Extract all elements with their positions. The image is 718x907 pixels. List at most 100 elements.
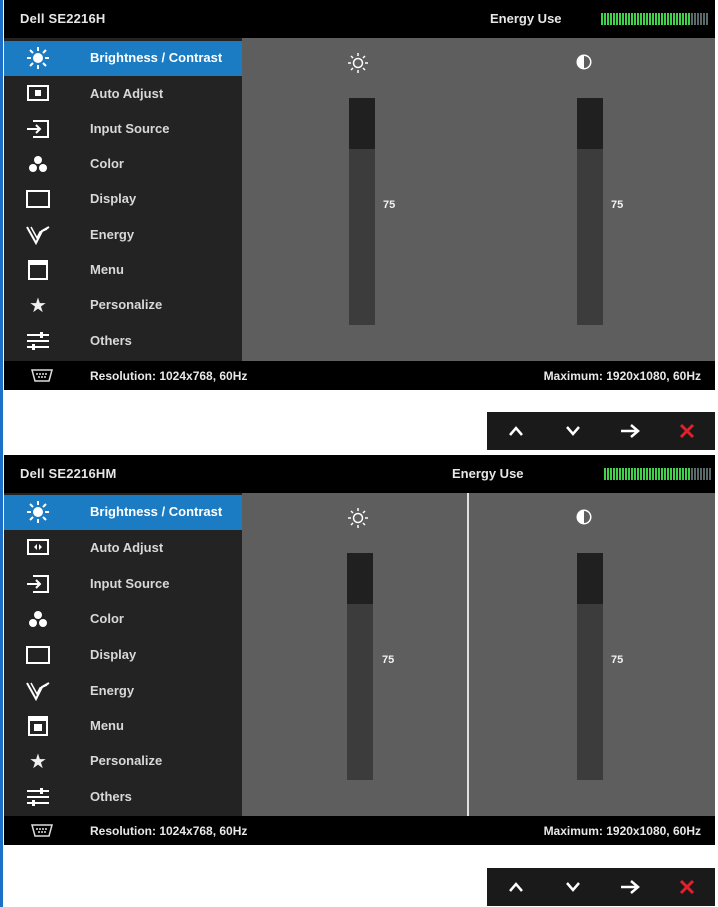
osd-button-bar — [487, 868, 715, 906]
energy-segment — [652, 468, 654, 480]
brightness-value: 75 — [383, 199, 396, 211]
menu-item-label: Personalize — [90, 297, 163, 312]
energy-segment — [646, 468, 648, 480]
energy-segment — [685, 468, 687, 480]
menu-item-menu[interactable]: Menu — [4, 253, 242, 288]
energy-segment — [709, 468, 711, 480]
brightness-slider[interactable] — [347, 553, 373, 780]
brightness-value: 75 — [382, 654, 395, 666]
energy-segment — [640, 13, 642, 25]
energy-segment — [616, 468, 618, 480]
energy-segment — [664, 468, 666, 480]
close-icon — [679, 423, 694, 439]
energy-segment — [700, 13, 702, 25]
menu-item-energy[interactable]: Energy — [4, 218, 242, 253]
energy-segment — [655, 13, 657, 25]
energy-use-meter — [601, 13, 709, 25]
resolution-text: Resolution: 1024x768, 60Hz — [90, 369, 248, 383]
contrast-icon — [575, 508, 593, 526]
menu-item-others[interactable]: Others — [4, 324, 242, 359]
energy-segment — [676, 468, 678, 480]
menu-item-display[interactable]: Display — [4, 638, 242, 673]
energy-segment — [682, 13, 684, 25]
energy-segment — [622, 13, 624, 25]
enter-button[interactable] — [601, 868, 658, 906]
energy-segment — [613, 13, 615, 25]
down-button[interactable] — [544, 412, 601, 450]
menu-item-brightness-contrast[interactable]: Brightness / Contrast — [4, 41, 242, 76]
menu-item-brightness-contrast[interactable]: Brightness / Contrast — [4, 495, 242, 530]
energy-segment — [628, 13, 630, 25]
star-icon: ★ — [29, 750, 47, 773]
panel-divider — [467, 493, 469, 816]
menu-item-others[interactable]: Others — [4, 780, 242, 815]
exit-button[interactable] — [658, 868, 715, 906]
close-icon — [679, 879, 694, 895]
brightness-contrast-panel: 75 75 — [242, 38, 715, 361]
menu-icon — [26, 259, 50, 281]
energy-segment — [634, 468, 636, 480]
contrast-slider[interactable] — [577, 553, 603, 780]
connector-icon — [30, 369, 54, 382]
menu-item-menu[interactable]: Menu — [4, 709, 242, 744]
contrast-slider[interactable] — [577, 98, 603, 325]
down-button[interactable] — [544, 868, 601, 906]
monitor-model: Dell SE2216H — [20, 11, 106, 26]
menu-item-label: Color — [90, 156, 124, 171]
osd-menu-top: Dell SE2216H Energy Use Brightness / Con… — [4, 0, 715, 390]
menu-item-label: Color — [90, 611, 124, 626]
enter-button[interactable] — [601, 412, 658, 450]
input-source-icon — [26, 118, 50, 140]
menu-item-label: Energy — [90, 227, 135, 242]
menu-item-label: Brightness / Contrast — [90, 50, 223, 65]
menu-item-label: Others — [90, 333, 132, 348]
connector-icon — [30, 824, 54, 837]
page-edge-rule — [0, 0, 3, 907]
osd-sidebar: Brightness / Contrast Auto Adjust Input … — [4, 493, 242, 816]
menu-item-energy[interactable]: Energy — [4, 674, 242, 709]
energy-segment — [652, 13, 654, 25]
energy-segment — [640, 468, 642, 480]
maximum-resolution-text: Maximum: 1920x1080, 60Hz — [543, 824, 701, 838]
menu-item-color[interactable]: Color — [4, 147, 242, 182]
energy-segment — [667, 468, 669, 480]
menu-item-label: Input Source — [90, 121, 170, 136]
menu-item-color[interactable]: Color — [4, 602, 242, 637]
menu-icon — [26, 715, 50, 737]
down-arrow-icon — [565, 426, 580, 436]
energy-segment — [646, 13, 648, 25]
right-arrow-icon — [620, 880, 640, 894]
energy-segment — [673, 468, 675, 480]
menu-item-auto-adjust[interactable]: Auto Adjust — [4, 77, 242, 112]
energy-segment — [658, 13, 660, 25]
sun-icon — [347, 507, 369, 529]
menu-item-display[interactable]: Display — [4, 182, 242, 217]
osd-status-bar: Resolution: 1024x768, 60Hz Maximum: 1920… — [4, 361, 715, 390]
menu-item-label: Personalize — [90, 753, 163, 768]
up-arrow-icon — [508, 882, 523, 892]
energy-use-meter — [604, 468, 712, 480]
energy-segment — [697, 13, 699, 25]
energy-segment — [694, 13, 696, 25]
menu-item-personalize[interactable]: ★ Personalize — [4, 288, 242, 323]
energy-segment — [670, 13, 672, 25]
up-button[interactable] — [487, 412, 544, 450]
menu-item-input-source[interactable]: Input Source — [4, 567, 242, 602]
menu-item-personalize[interactable]: ★ Personalize — [4, 744, 242, 779]
brightness-slider[interactable] — [349, 98, 375, 325]
exit-button[interactable] — [658, 412, 715, 450]
menu-item-input-source[interactable]: Input Source — [4, 112, 242, 147]
menu-item-label: Input Source — [90, 576, 170, 591]
resolution-text: Resolution: 1024x768, 60Hz — [90, 824, 248, 838]
menu-item-label: Brightness / Contrast — [90, 504, 223, 519]
energy-segment — [607, 13, 609, 25]
energy-segment — [679, 13, 681, 25]
energy-use-label: Energy Use — [452, 466, 524, 481]
energy-icon — [26, 224, 50, 246]
menu-item-auto-adjust[interactable]: Auto Adjust — [4, 531, 242, 566]
energy-segment — [682, 468, 684, 480]
star-icon: ★ — [29, 294, 47, 317]
osd-sidebar: Brightness / Contrast Auto Adjust Input … — [4, 38, 242, 361]
up-button[interactable] — [487, 868, 544, 906]
monitor-model: Dell SE2216HM — [20, 466, 117, 481]
